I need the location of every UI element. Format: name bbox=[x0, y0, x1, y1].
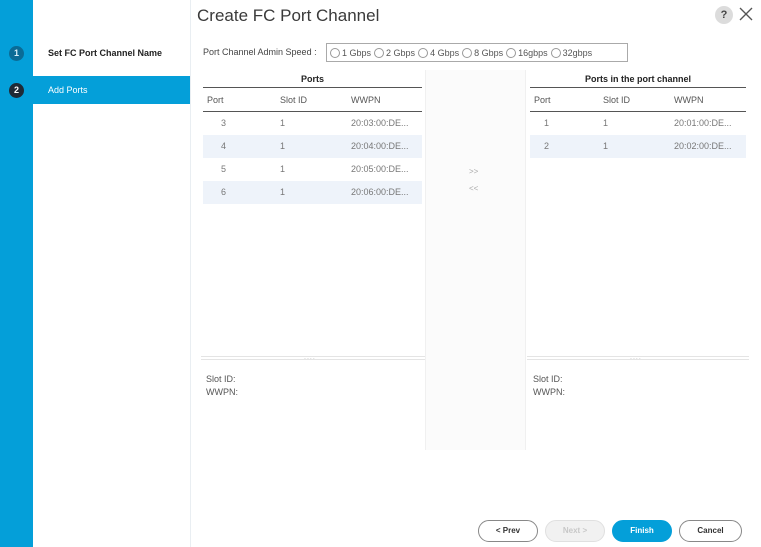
channel-table-header: Port Slot ID WWPN bbox=[530, 88, 746, 112]
cell-port: 6 bbox=[221, 187, 227, 197]
admin-speed-label: Port Channel Admin Speed : bbox=[203, 47, 317, 57]
cell-slot-id: 1 bbox=[280, 164, 286, 174]
wizard-divider bbox=[190, 0, 191, 547]
prev-button[interactable]: < Prev bbox=[478, 520, 538, 542]
remove-from-channel-button[interactable]: << bbox=[469, 184, 478, 193]
finish-button[interactable]: Finish bbox=[612, 520, 672, 542]
speed-option-2gbps[interactable]: 2 Gbps bbox=[374, 47, 415, 58]
cell-slot-id: 1 bbox=[603, 118, 609, 128]
speed-option-4gbps[interactable]: 4 Gbps bbox=[418, 47, 459, 58]
step-add-ports[interactable]: Add Ports bbox=[33, 76, 190, 104]
cell-wwpn: 20:02:00:DE... bbox=[674, 141, 732, 151]
cell-port: 2 bbox=[544, 141, 550, 151]
table-row[interactable]: 5 1 20:05:00:DE... bbox=[203, 158, 422, 181]
table-row[interactable]: 1 1 20:01:00:DE... bbox=[530, 112, 746, 135]
splitter-grip[interactable]: .... bbox=[304, 354, 316, 361]
cell-port: 1 bbox=[544, 118, 550, 128]
next-button[interactable]: Next > bbox=[545, 520, 605, 542]
ports-table: Ports Port Slot ID WWPN 3 1 20:03:00:DE.… bbox=[203, 70, 422, 204]
radio-button[interactable] bbox=[506, 47, 517, 58]
column-wwpn[interactable]: WWPN bbox=[674, 88, 746, 111]
column-wwpn[interactable]: WWPN bbox=[351, 88, 422, 111]
cell-port: 4 bbox=[221, 141, 227, 151]
channel-table-title: Ports in the port channel bbox=[530, 70, 746, 88]
cell-port: 3 bbox=[221, 118, 227, 128]
detail-wwpn-label: WWPN: bbox=[206, 387, 238, 397]
left-pane-splitter[interactable]: .... bbox=[201, 354, 425, 361]
step-set-name[interactable]: Set FC Port Channel Name bbox=[33, 40, 190, 66]
add-to-channel-button[interactable]: >> bbox=[469, 167, 478, 176]
ports-table-title: Ports bbox=[203, 70, 422, 88]
speed-option-16gbps[interactable]: 16gbps bbox=[506, 47, 548, 58]
channel-ports-table: Ports in the port channel Port Slot ID W… bbox=[530, 70, 746, 158]
column-slot-id[interactable]: Slot ID bbox=[280, 88, 351, 111]
admin-speed-radio-group: 1 Gbps 2 Gbps 4 Gbps 8 Gbps 16gbps 32gbp… bbox=[326, 43, 628, 62]
radio-button[interactable] bbox=[374, 47, 385, 58]
cancel-button[interactable]: Cancel bbox=[679, 520, 742, 542]
column-port[interactable]: Port bbox=[530, 88, 603, 111]
step-1-badge: 1 bbox=[9, 46, 24, 61]
channel-detail-panel: Slot ID: WWPN: bbox=[533, 373, 565, 399]
transfer-zone bbox=[425, 70, 526, 450]
cell-wwpn: 20:05:00:DE... bbox=[351, 164, 409, 174]
radio-button[interactable] bbox=[330, 47, 340, 58]
detail-slot-id-label: Slot ID: bbox=[533, 374, 563, 384]
ports-detail-panel: Slot ID: WWPN: bbox=[206, 373, 238, 399]
cell-slot-id: 1 bbox=[280, 141, 286, 151]
cell-slot-id: 1 bbox=[280, 187, 286, 197]
right-pane-splitter[interactable]: .... bbox=[527, 354, 749, 361]
splitter-grip[interactable]: .... bbox=[630, 354, 642, 361]
speed-option-8gbps[interactable]: 8 Gbps bbox=[462, 47, 503, 58]
cell-wwpn: 20:03:00:DE... bbox=[351, 118, 409, 128]
table-row[interactable]: 3 1 20:03:00:DE... bbox=[203, 112, 422, 135]
radio-button[interactable] bbox=[418, 47, 429, 58]
cell-wwpn: 20:01:00:DE... bbox=[674, 118, 732, 128]
cell-slot-id: 1 bbox=[280, 118, 286, 128]
radio-button[interactable] bbox=[462, 47, 473, 58]
radio-button[interactable] bbox=[550, 47, 561, 58]
table-row[interactable]: 4 1 20:04:00:DE... bbox=[203, 135, 422, 158]
cell-port: 5 bbox=[221, 164, 227, 174]
cell-wwpn: 20:04:00:DE... bbox=[351, 141, 409, 151]
table-row[interactable]: 2 1 20:02:00:DE... bbox=[530, 135, 746, 158]
column-port[interactable]: Port bbox=[203, 88, 280, 111]
cell-slot-id: 1 bbox=[603, 141, 609, 151]
table-row[interactable]: 6 1 20:06:00:DE... bbox=[203, 181, 422, 204]
speed-option-32gbps[interactable]: 32gbps bbox=[550, 47, 592, 58]
close-icon[interactable] bbox=[737, 4, 755, 24]
help-icon[interactable]: ? bbox=[715, 6, 733, 24]
step-2-badge: 2 bbox=[9, 83, 24, 98]
detail-slot-id-label: Slot ID: bbox=[206, 374, 236, 384]
detail-wwpn-label: WWPN: bbox=[533, 387, 565, 397]
column-slot-id[interactable]: Slot ID bbox=[603, 88, 674, 111]
cell-wwpn: 20:06:00:DE... bbox=[351, 187, 409, 197]
ports-table-header: Port Slot ID WWPN bbox=[203, 88, 422, 112]
dialog-title: Create FC Port Channel bbox=[197, 6, 380, 25]
speed-option-1gbps[interactable]: 1 Gbps bbox=[330, 47, 371, 58]
